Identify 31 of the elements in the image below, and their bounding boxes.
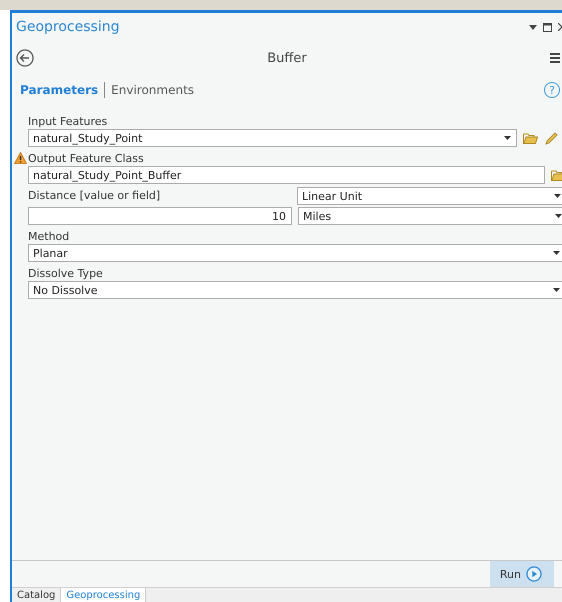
dropdown-field[interactable]: natural_Study_Point — [28, 129, 517, 147]
parameter-label: Input Features — [28, 114, 108, 128]
dropdown-field[interactable]: No Dissolve — [28, 281, 562, 299]
back-icon[interactable] — [16, 49, 34, 67]
menu-icon[interactable] — [550, 52, 560, 64]
unit-type-dropdown[interactable]: Linear Unit — [297, 187, 562, 205]
folder-icon[interactable] — [551, 169, 562, 181]
parameter-label: Dissolve Type — [28, 266, 103, 280]
caret-icon — [554, 194, 561, 198]
play-icon — [526, 566, 542, 582]
tool-title: Buffer — [267, 50, 307, 66]
tab[interactable]: Parameters — [20, 83, 98, 97]
pane-tab[interactable]: Geoprocessing — [61, 588, 146, 602]
folder-icon[interactable] — [523, 132, 538, 144]
parameter-label: Method — [28, 230, 70, 242]
run-button[interactable]: Run — [490, 561, 554, 587]
parameter-label: Distance [value or field] — [28, 188, 160, 202]
caret-icon — [553, 288, 560, 292]
input-field[interactable]: natural_Study_Point_Buffer — [28, 166, 545, 184]
distance-field[interactable]: 10 — [28, 207, 292, 225]
parameter-label: Output Feature Class — [28, 152, 144, 164]
close-icon[interactable] — [558, 23, 562, 31]
caret-icon — [553, 251, 560, 255]
dropdown-icon[interactable] — [529, 24, 537, 30]
tab[interactable]: Environments — [111, 83, 194, 97]
caret-icon — [504, 136, 511, 140]
pane-title: Geoprocessing — [16, 19, 120, 35]
unit-dropdown[interactable]: Miles — [298, 207, 562, 225]
caret-icon — [555, 214, 562, 218]
dropdown-field[interactable]: Planar — [28, 244, 562, 262]
maximize-icon[interactable] — [543, 22, 552, 32]
